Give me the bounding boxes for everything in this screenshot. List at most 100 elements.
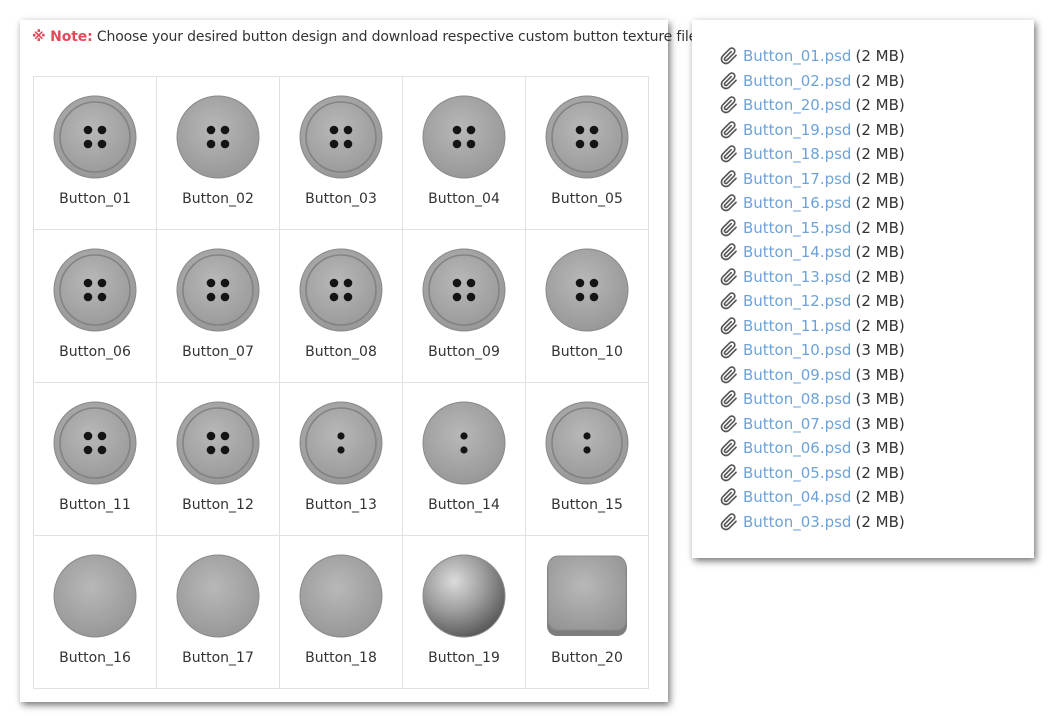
button-20-icon [547,555,627,636]
button-label: Button_04 [428,191,500,207]
file-list-item: Button_16.psd (2 MB) [720,191,905,216]
button-cell[interactable]: Button_18 [280,536,403,689]
file-size: (2 MB) [855,47,905,65]
file-list-item: Button_14.psd (2 MB) [720,240,905,265]
button-label: Button_10 [551,344,623,360]
button-15-icon [545,401,629,485]
file-download-link[interactable]: Button_04.psd [743,485,851,510]
button-12-icon [176,401,260,485]
button-08-icon [299,248,383,332]
file-download-link[interactable]: Button_10.psd [743,338,851,363]
file-download-link[interactable]: Button_03.psd [743,510,851,535]
button-cell[interactable]: Button_02 [157,77,280,230]
file-download-link[interactable]: Button_17.psd [743,167,851,192]
button-cell[interactable]: Button_07 [157,230,280,383]
file-list-item: Button_09.psd (3 MB) [720,363,905,388]
button-cell[interactable]: Button_16 [34,536,157,689]
button-label: Button_06 [59,344,131,360]
file-size: (2 MB) [855,120,905,139]
button-cell[interactable]: Button_09 [403,230,526,383]
file-download-link[interactable]: Button_08.psd [743,387,851,412]
button-cell[interactable]: Button_14 [403,383,526,536]
file-list-item: Button_19.psd (2 MB) [720,118,905,143]
file-list: Button_01.psd (2 MB) Button_02.psd (2 MB) Bu… [720,44,905,534]
file-download-link[interactable]: Button_11.psd [743,314,851,339]
button-cell[interactable]: Button_19 [403,536,526,689]
paperclip-icon [720,439,737,457]
file-list-item: Button_08.psd (3 MB) [720,387,905,412]
button-03-icon [299,95,383,179]
note-prefix: ※ Note: [32,29,93,45]
button-10-icon [545,248,629,332]
button-cell[interactable]: Button_12 [157,383,280,536]
button-label: Button_03 [305,191,377,207]
file-download-link[interactable]: Button_20.psd [743,93,851,118]
file-size: (2 MB) [855,243,905,261]
button-cell[interactable]: Button_06 [34,230,157,383]
button-label: Button_01 [59,191,131,207]
file-download-link[interactable]: Button_06.psd [743,436,851,461]
button-cell[interactable]: Button_17 [157,536,280,689]
button-cell[interactable]: Button_13 [280,383,403,536]
file-list-item: Button_11.psd (2 MB) [720,314,905,339]
paperclip-icon [720,292,737,310]
paperclip-icon [720,341,737,359]
button-cell[interactable]: Button_11 [34,383,157,536]
button-cell[interactable]: Button_10 [526,230,649,383]
button-cell[interactable]: Button_01 [34,77,157,230]
note-text: ※ Note: Choose your desired button desig… [32,26,697,48]
file-download-link[interactable]: Button_19.psd [743,118,851,143]
file-download-link[interactable]: Button_16.psd [743,191,851,216]
file-download-link[interactable]: Button_07.psd [743,412,851,437]
button-cell[interactable]: Button_03 [280,77,403,230]
file-list-item: Button_12.psd (2 MB) [720,289,905,314]
file-list-item: Button_06.psd (3 MB) [720,436,905,461]
button-cell[interactable]: Button_20 [526,536,649,689]
file-download-link[interactable]: Button_09.psd [743,363,851,388]
button-label: Button_07 [182,344,254,360]
file-download-link[interactable]: Button_18.psd [743,142,851,167]
button-11-icon [53,401,137,485]
paperclip-icon [720,47,737,65]
button-cell[interactable]: Button_15 [526,383,649,536]
file-size: (2 MB) [855,292,905,310]
button-cell[interactable]: Button_05 [526,77,649,230]
file-download-link[interactable]: Button_12.psd [743,289,851,314]
file-list-item: Button_02.psd (2 MB) [720,69,905,94]
file-download-link[interactable]: Button_14.psd [743,240,851,265]
button-cell[interactable]: Button_04 [403,77,526,230]
file-list-item: Button_10.psd (3 MB) [720,338,905,363]
button-13-icon [299,401,383,485]
button-label: Button_16 [59,650,131,666]
button-label: Button_14 [428,497,500,513]
button-label: Button_17 [182,650,254,666]
file-size: (3 MB) [855,390,905,408]
button-gallery-panel: ※ Note: Choose your desired button desig… [20,20,697,702]
file-download-link[interactable]: Button_15.psd [743,216,851,241]
paperclip-icon [720,414,737,433]
button-cell[interactable]: Button_08 [280,230,403,383]
file-list-item: Button_01.psd (2 MB) [720,44,905,69]
paperclip-icon [720,120,737,139]
button-label: Button_12 [182,497,254,513]
file-download-link[interactable]: Button_01.psd [743,44,851,69]
paperclip-icon [720,267,737,286]
button-04-icon [422,95,506,179]
file-size: (2 MB) [855,71,905,90]
file-list-item: Button_07.psd (3 MB) [720,412,905,437]
file-size: (2 MB) [855,316,905,335]
file-size: (2 MB) [855,512,905,531]
file-download-link[interactable]: Button_02.psd [743,69,851,94]
file-list-item: Button_05.psd (2 MB) [720,461,905,486]
file-download-link[interactable]: Button_05.psd [743,461,851,486]
button-label: Button_11 [59,497,131,513]
button-label: Button_09 [428,344,500,360]
paperclip-icon [720,218,737,237]
note-body: Choose your desired button design and do… [96,29,698,45]
button-07-icon [176,248,260,332]
file-size: (2 MB) [855,463,905,482]
button-17-icon [176,554,260,638]
paperclip-icon [720,390,737,408]
file-download-link[interactable]: Button_13.psd [743,265,851,290]
file-list-item: Button_03.psd (2 MB) [720,510,905,535]
